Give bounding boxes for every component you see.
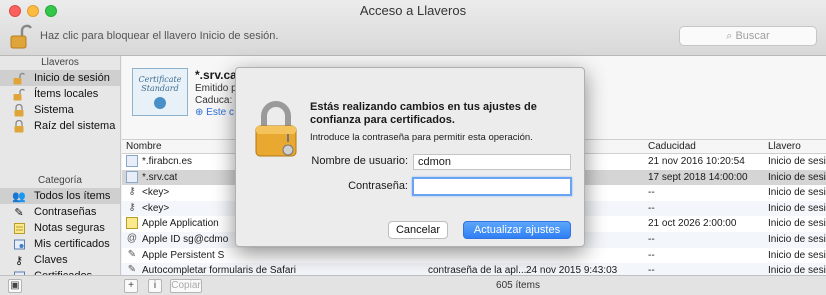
sidebar-item-system-roots[interactable]: Raíz del sistema: [0, 118, 120, 134]
username-label: Nombre de usuario:: [311, 155, 408, 167]
column-header-expires[interactable]: Caducidad: [648, 141, 696, 152]
detail-trust-text: Este c: [206, 107, 234, 118]
update-settings-button[interactable]: Actualizar ajustes: [463, 221, 571, 239]
key-icon: ⚷: [128, 186, 136, 198]
lock-icon: [255, 101, 297, 157]
cell-keychain: Inicio de sesi...: [768, 218, 826, 230]
sidebar-item-label: Todos los ítems: [34, 190, 111, 202]
dialog-title: Estás realizando cambios en tus ajustes …: [310, 101, 537, 126]
sidebar-item-keys[interactable]: ⚷ Claves: [0, 252, 120, 268]
people-icon: 👥: [12, 190, 26, 203]
lock-keychain-button[interactable]: [10, 24, 32, 50]
keychain-window: Acceso a Llaveros Haz clic para bloquear…: [0, 0, 826, 295]
sidebar-item-passwords[interactable]: ✎ Contraseñas: [0, 204, 120, 220]
status-bar: ▣ + i Copiar 605 ítems: [0, 275, 826, 295]
cell-name: Apple Persistent S: [142, 249, 225, 261]
cell-expires: --: [648, 187, 655, 199]
info-icon: ⊕: [195, 107, 207, 118]
cell-name: Apple Application: [142, 218, 219, 230]
sidebar-item-label: Claves: [34, 254, 68, 266]
lock-hint-text: Haz clic para bloquear el llavero Inicio…: [40, 30, 279, 42]
lock-open-icon: [10, 24, 32, 49]
detail-name: *.srv.ca: [195, 68, 237, 82]
lock-open-icon: [12, 87, 26, 101]
search-icon: ⌕: [726, 30, 733, 42]
sidebar: Llaveros Inicio de sesión Ítems locales …: [0, 56, 121, 282]
lock-icon: [12, 119, 26, 133]
cell-keychain: Inicio de sesi...: [768, 156, 826, 167]
category-header: Categoría: [38, 175, 82, 186]
dialog-subtitle: Introduce la contraseña para permitir es…: [310, 132, 533, 143]
sidebar-item-secure-notes[interactable]: Notas seguras: [0, 220, 120, 236]
note-icon: [126, 217, 138, 230]
cell-keychain: Inicio de sesi...: [768, 171, 826, 183]
cell-keychain: Inicio de sesi...: [768, 249, 826, 261]
sidebar-item-label: Contraseñas: [34, 206, 97, 218]
sidebar-item-login[interactable]: Inicio de sesión: [0, 70, 120, 86]
seal-icon: [154, 97, 166, 109]
sidebar-item-label: Raíz del sistema: [34, 120, 116, 132]
note-icon: [12, 221, 26, 235]
cell-name: <key>: [142, 202, 170, 214]
search-placeholder: Buscar: [735, 30, 770, 42]
cancel-button[interactable]: Cancelar: [388, 221, 448, 239]
sidebar-item-label: Ítems locales: [34, 88, 99, 100]
certificate-icon: [12, 237, 26, 251]
search-field[interactable]: ⌕ Buscar: [679, 26, 817, 46]
cell-expires: 17 sept 2018 14:00:00: [648, 171, 748, 183]
keychains-header: Llaveros: [41, 57, 79, 68]
at-icon: @: [126, 232, 138, 244]
sidebar-item-all-items[interactable]: 👥 Todos los ítems: [0, 188, 120, 204]
authentication-dialog: Estás realizando cambios en tus ajustes …: [235, 67, 585, 247]
titlebar: Acceso a Llaveros Haz clic para bloquear…: [0, 0, 826, 56]
sidebar-item-my-certificates[interactable]: Mis certificados: [0, 236, 120, 252]
cell-name: *.srv.cat: [142, 171, 178, 183]
detail-expires: Caduca:: [195, 95, 233, 106]
cell-expires: 21 oct 2026 2:00:00: [648, 218, 737, 230]
certificate-preview-line-2: Standard: [141, 84, 179, 93]
sidebar-item-local-items[interactable]: Ítems locales: [0, 86, 120, 102]
certificate-icon: [126, 155, 138, 167]
cell-expires: --: [648, 249, 655, 261]
password-field[interactable]: [412, 177, 572, 196]
cell-name: Apple ID sg@cdmo: [142, 233, 229, 245]
lock-icon: [12, 103, 26, 117]
detail-issued-by: Emitido p: [195, 83, 237, 94]
sidebar-item-system[interactable]: Sistema: [0, 102, 120, 118]
pen-icon: ✎: [14, 206, 24, 219]
column-header-keychain[interactable]: Llavero: [768, 141, 801, 152]
key-icon: ⚷: [128, 201, 136, 213]
sidebar-item-label: Sistema: [34, 104, 74, 116]
cell-keychain: Inicio de sesi...: [768, 187, 826, 199]
certificate-preview-line-1: Certificate: [138, 75, 182, 84]
cell-name: *.firabcn.es: [142, 156, 193, 167]
key-icon: ⚷: [14, 254, 24, 267]
item-count: 605 ítems: [496, 280, 540, 291]
certificate-icon: [126, 170, 138, 183]
password-label: Contraseña:: [348, 180, 408, 192]
table-row[interactable]: ✎ Apple Persistent S -- Inicio de sesi...: [122, 248, 826, 264]
cell-keychain: Inicio de sesi...: [768, 202, 826, 214]
username-field[interactable]: cdmon: [413, 154, 571, 170]
sidebar-item-label: Notas seguras: [34, 222, 105, 234]
cell-expires: --: [648, 233, 655, 245]
sidebar-item-label: Inicio de sesión: [34, 72, 110, 84]
certificate-preview-image: Certificate Standard: [132, 68, 188, 116]
sidebar-item-label: Mis certificados: [34, 238, 110, 250]
cell-keychain: Inicio de sesi...: [768, 233, 826, 245]
cell-name: <key>: [142, 187, 170, 199]
cell-expires: --: [648, 202, 655, 214]
detail-trust: ⊕ Este c: [195, 107, 234, 118]
column-header-name[interactable]: Nombre: [126, 141, 162, 152]
lock-open-icon: [12, 71, 26, 85]
pen-icon: ✎: [127, 248, 137, 260]
window-title: Acceso a Llaveros: [359, 3, 467, 18]
cell-expires: 21 nov 2016 10:20:54: [648, 156, 745, 167]
